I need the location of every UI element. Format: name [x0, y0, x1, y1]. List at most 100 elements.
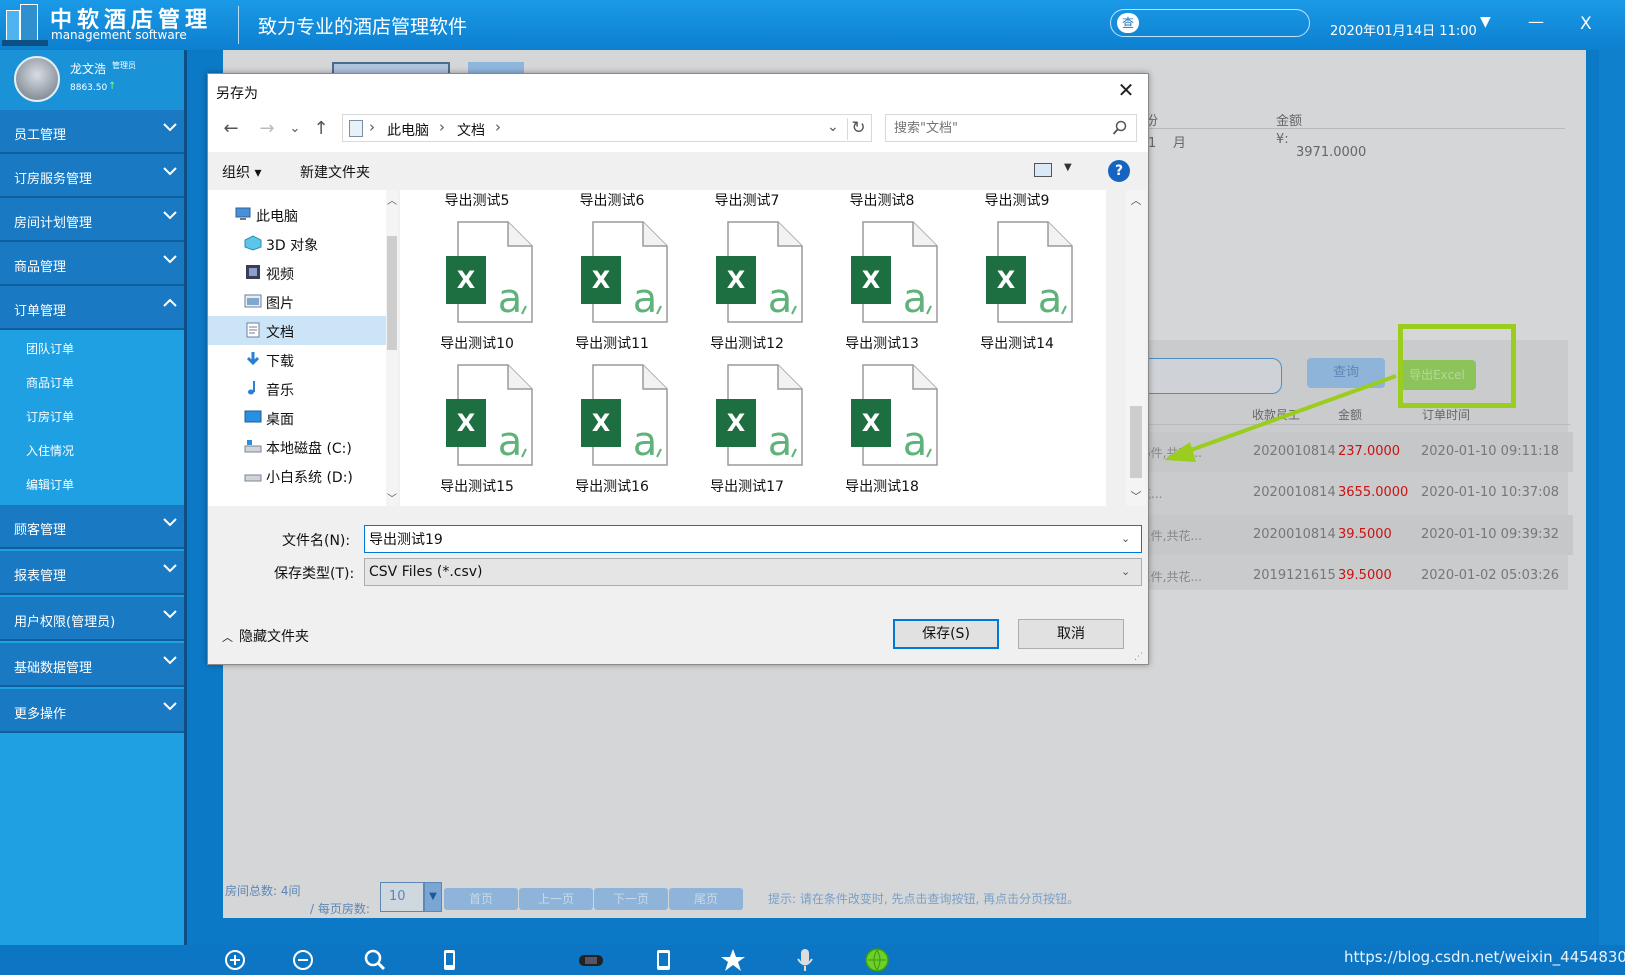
cancel-button[interactable]: 取消: [1018, 619, 1124, 649]
breadcrumb-documents[interactable]: 文档: [457, 120, 485, 140]
search-button[interactable]: 查: [1117, 13, 1139, 33]
scroll-up-icon[interactable]: ︿: [386, 192, 398, 207]
tree-item-3d-objects[interactable]: 3D 对象: [208, 229, 386, 258]
sidebar-subitem-checkin[interactable]: 入住情况: [0, 434, 186, 468]
top-search-input[interactable]: [1143, 13, 1303, 33]
search-icon[interactable]: [362, 948, 388, 972]
sidebar-item-reports[interactable]: 报表管理: [0, 551, 186, 595]
up-arrow-icon[interactable]: ↑: [310, 118, 332, 140]
file-item-label[interactable]: 导出测试5: [412, 190, 542, 210]
table-row[interactable]: 采:6件,共花... 2020010814 237.0000 2020-01-1…: [1125, 432, 1573, 472]
tree-item-this-pc[interactable]: 此电脑: [208, 200, 386, 229]
first-page-button[interactable]: 首页: [444, 888, 518, 910]
sidebar-item-more[interactable]: 更多操作: [0, 689, 186, 733]
sidebar-subitem-room-orders[interactable]: 订房订单: [0, 400, 186, 434]
search-icon[interactable]: [1112, 120, 1128, 136]
sidebar-item-orders[interactable]: 订单管理: [0, 286, 186, 330]
file-item-label[interactable]: 导出测试11: [547, 333, 677, 353]
organize-menu[interactable]: 组织 ▾: [222, 162, 261, 182]
recent-locations-icon[interactable]: ⌄: [284, 118, 306, 140]
refresh-icon[interactable]: ↻: [847, 118, 869, 140]
sidebar-subitem-edit-order[interactable]: 编辑订单: [0, 468, 186, 502]
file-item-label[interactable]: 导出测试10: [412, 333, 542, 353]
table-row[interactable]: 共花... 2020010814 3655.0000 2020-01-10 10…: [1125, 473, 1573, 513]
back-arrow-icon[interactable]: ←: [220, 118, 242, 140]
excel-file-icon[interactable]: Xa: [579, 363, 671, 467]
file-item-label[interactable]: 导出测试7: [682, 190, 812, 210]
page-size-input[interactable]: 10: [380, 882, 424, 912]
tree-item-drive-c[interactable]: 本地磁盘 (C:): [208, 432, 386, 461]
tree-item-pictures[interactable]: 图片: [208, 287, 386, 316]
dropdown-icon[interactable]: ▼: [1480, 14, 1491, 30]
prev-page-button[interactable]: 上一页: [519, 888, 593, 910]
game-console-icon[interactable]: [578, 948, 604, 972]
new-folder-button[interactable]: 新建文件夹: [300, 162, 370, 182]
address-bar[interactable]: › 此电脑 › 文档 › ⌄ ↻: [342, 114, 872, 142]
minimize-button[interactable]: —: [1528, 12, 1544, 31]
forward-arrow-icon[interactable]: →: [256, 118, 278, 140]
address-dropdown-icon[interactable]: ⌄: [827, 119, 839, 135]
chevron-down-icon[interactable]: ⌄: [1121, 565, 1130, 578]
page-size-dropdown[interactable]: ▼: [424, 882, 442, 912]
avatar[interactable]: [14, 56, 60, 102]
scroll-down-icon[interactable]: ﹀: [386, 490, 398, 505]
sidebar-item-room-plan[interactable]: 房间计划管理: [0, 198, 186, 242]
help-icon[interactable]: ?: [1108, 160, 1130, 182]
tree-scrollbar[interactable]: ︿ ﹀: [386, 190, 398, 506]
file-item-label[interactable]: 导出测试13: [817, 333, 947, 353]
last-page-button[interactable]: 尾页: [669, 888, 743, 910]
chevron-down-icon[interactable]: ⌄: [1121, 532, 1130, 545]
save-button[interactable]: 保存(S): [893, 619, 999, 649]
excel-file-icon[interactable]: Xa: [849, 220, 941, 324]
globe-icon[interactable]: [864, 948, 890, 972]
excel-file-icon[interactable]: Xa: [714, 220, 806, 324]
file-list-scrollbar[interactable]: ︿ ﹀: [1126, 190, 1146, 506]
sidebar-item-permissions[interactable]: 用户权限(管理员): [0, 597, 186, 641]
file-item-label[interactable]: 导出测试14: [952, 333, 1082, 353]
hide-folders-toggle[interactable]: ︿ 隐藏文件夹: [222, 626, 309, 646]
query-button[interactable]: 查询: [1307, 358, 1385, 388]
tree-item-downloads[interactable]: 下载: [208, 345, 386, 374]
view-options-icon[interactable]: [1034, 163, 1052, 177]
zoom-in-icon[interactable]: [222, 948, 248, 972]
star-icon[interactable]: [720, 948, 746, 972]
filetype-select[interactable]: CSV Files (*.csv) ⌄: [364, 558, 1142, 586]
search-box[interactable]: [885, 114, 1137, 142]
filename-field[interactable]: ⌄: [364, 525, 1142, 553]
microphone-icon[interactable]: [792, 948, 818, 972]
excel-file-icon[interactable]: Xa: [984, 220, 1076, 324]
tree-item-desktop[interactable]: 桌面: [208, 403, 386, 432]
scroll-down-icon[interactable]: ﹀: [1126, 488, 1146, 504]
excel-file-icon[interactable]: Xa: [714, 363, 806, 467]
sidebar-item-base-data[interactable]: 基础数据管理: [0, 643, 186, 687]
table-row[interactable]: 采:1件,共花... 2019121615 39.5000 2020-01-02…: [1125, 556, 1573, 596]
excel-file-icon[interactable]: Xa: [579, 220, 671, 324]
file-item-label[interactable]: 导出测试15: [412, 476, 542, 496]
scroll-thumb[interactable]: [387, 236, 397, 350]
scroll-thumb[interactable]: [1130, 406, 1142, 478]
sidebar-item-goods[interactable]: 商品管理: [0, 242, 186, 286]
phone-icon[interactable]: [436, 948, 462, 972]
file-item-label[interactable]: 导出测试6: [547, 190, 677, 210]
file-item-label[interactable]: 导出测试17: [682, 476, 812, 496]
breadcrumb-this-pc[interactable]: 此电脑: [387, 120, 429, 140]
table-row[interactable]: 采:1件,共花... 2020010814 39.5000 2020-01-10…: [1125, 515, 1573, 555]
file-item-label[interactable]: 导出测试12: [682, 333, 812, 353]
scroll-up-icon[interactable]: ︿: [1126, 192, 1146, 208]
file-item-label[interactable]: 导出测试8: [817, 190, 947, 210]
search-input[interactable]: [894, 119, 1094, 137]
next-page-button[interactable]: 下一页: [594, 888, 668, 910]
tablet-icon[interactable]: [650, 948, 676, 972]
tree-item-music[interactable]: 音乐: [208, 374, 386, 403]
tree-item-videos[interactable]: 视频: [208, 258, 386, 287]
tree-item-drive-d[interactable]: 小白系统 (D:): [208, 461, 386, 490]
close-icon[interactable]: ✕: [1114, 78, 1138, 102]
sidebar-subitem-team-orders[interactable]: 团队订单: [0, 332, 186, 366]
close-button[interactable]: X: [1580, 14, 1592, 34]
excel-file-icon[interactable]: Xa: [849, 363, 941, 467]
sidebar-subitem-goods-orders[interactable]: 商品订单: [0, 366, 186, 400]
zoom-out-icon[interactable]: [290, 948, 316, 972]
file-item-label[interactable]: 导出测试16: [547, 476, 677, 496]
file-item-label[interactable]: 导出测试18: [817, 476, 947, 496]
sidebar-item-booking[interactable]: 订房服务管理: [0, 154, 186, 198]
